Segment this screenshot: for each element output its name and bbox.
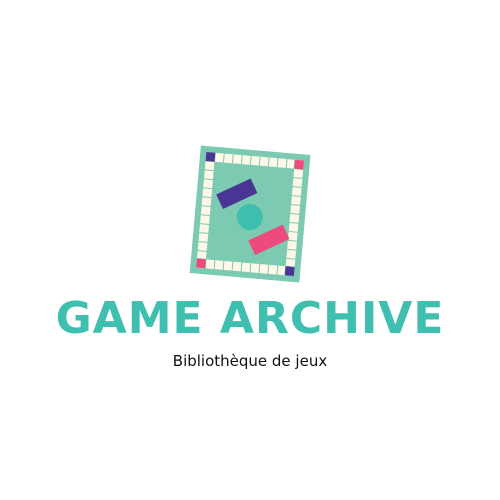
corner-square-bottom-left: [196, 258, 206, 269]
logo: GAME ARCHIVE Bibliothèque de jeux: [0, 0, 500, 500]
logo-title: GAME ARCHIVE: [55, 293, 445, 344]
corner-square-top-right: [294, 159, 304, 170]
logo-subtitle: Bibliothèque de jeux: [172, 352, 328, 370]
board-game-icon: [189, 145, 311, 283]
corner-square-bottom-right: [284, 266, 295, 277]
corner-square-top-left: [205, 151, 216, 162]
